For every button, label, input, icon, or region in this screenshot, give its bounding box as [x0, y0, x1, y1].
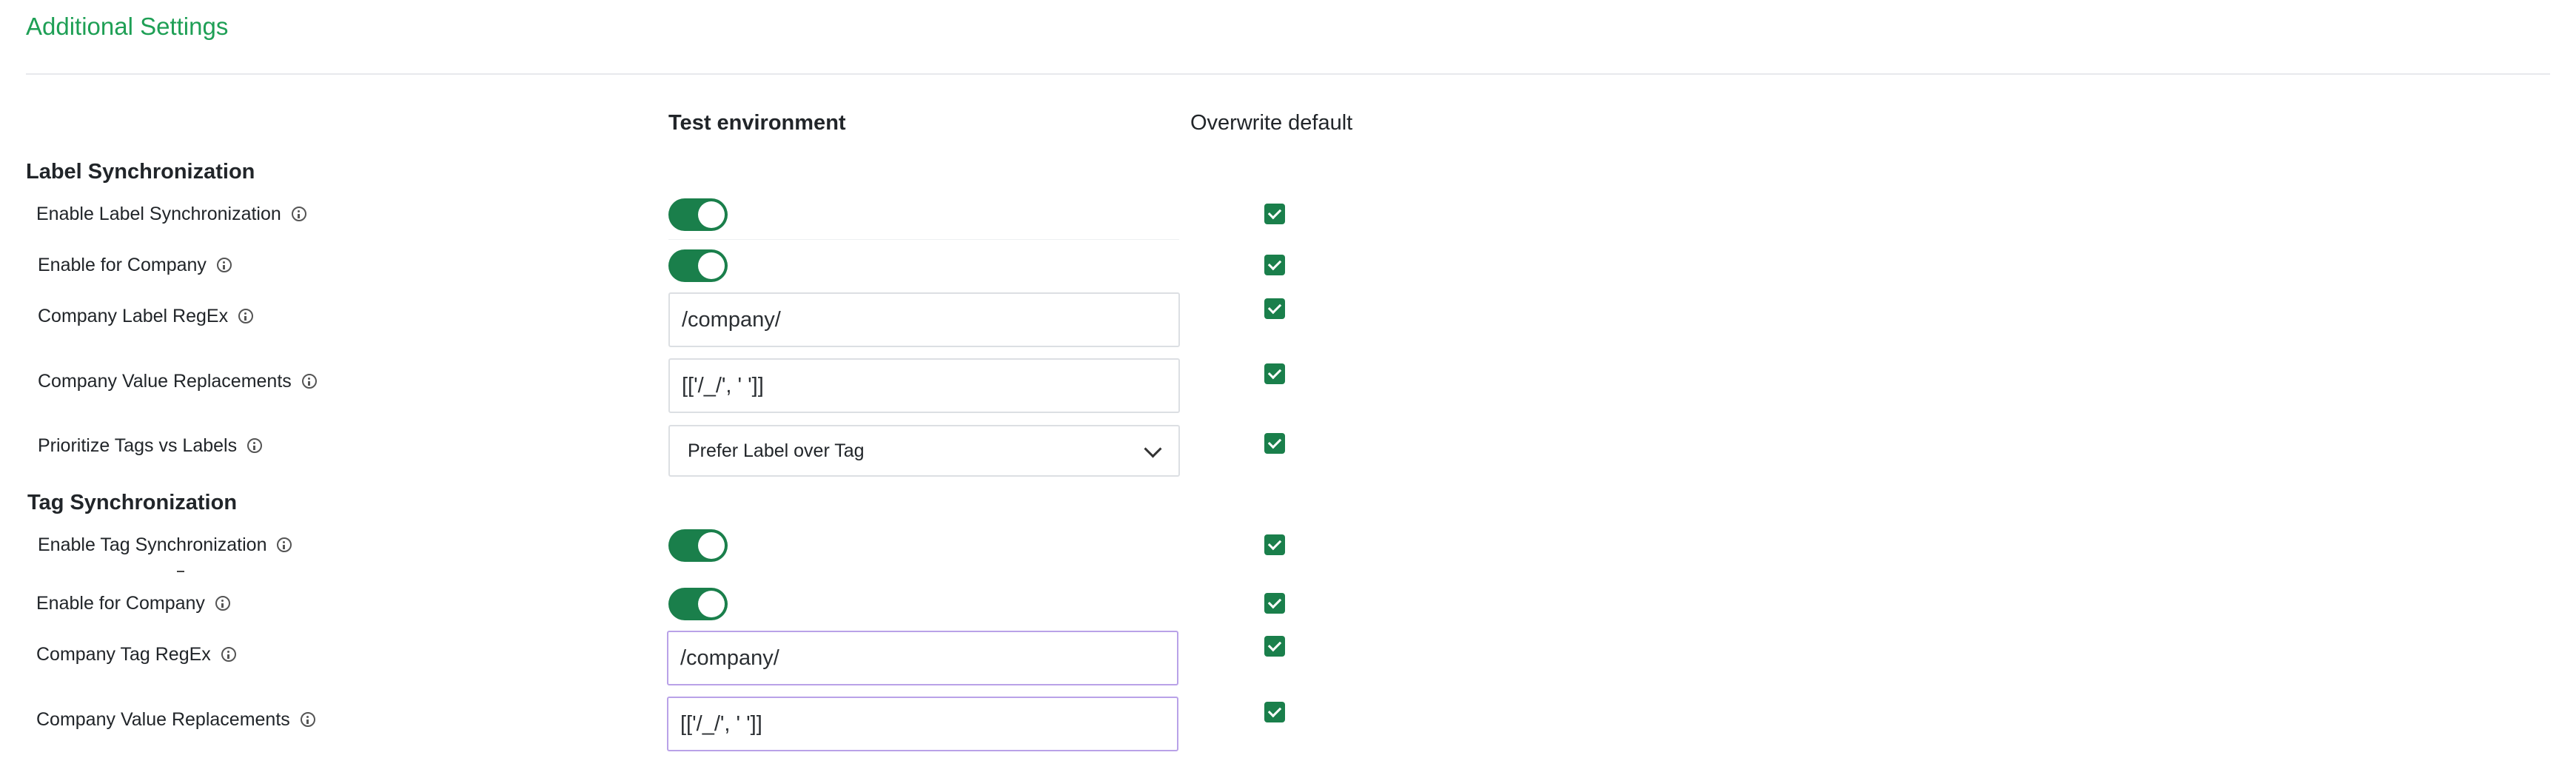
company-label-regex-input[interactable]: /company/: [668, 292, 1180, 347]
select-value: Prefer Label over Tag: [688, 440, 865, 461]
overwrite-checkbox-company-value-replacements[interactable]: [1264, 363, 1285, 384]
overwrite-checkbox-tag-company-value-replacements[interactable]: [1264, 702, 1285, 722]
overwrite-checkbox-tag-enable-for-company[interactable]: [1264, 593, 1285, 614]
company-value-replacements-input[interactable]: [['/_/', ' ']]: [668, 358, 1180, 413]
section-heading-label-sync: Label Synchronization: [26, 160, 255, 184]
chevron-down-icon: [1144, 440, 1162, 458]
additional-settings-panel: Additional Settings Test environment Ove…: [0, 0, 2576, 758]
toggle-enable-label-sync[interactable]: [668, 198, 728, 231]
info-icon[interactable]: [300, 712, 315, 727]
setting-label-tag-company-value-replacements: Company Value Replacements: [36, 708, 315, 731]
overwrite-checkbox-company-label-regex[interactable]: [1264, 298, 1285, 319]
overwrite-checkbox-enable-tag-sync[interactable]: [1264, 534, 1285, 555]
toggle-tag-enable-for-company[interactable]: [668, 588, 728, 620]
row-separator: [668, 239, 1179, 240]
stray-mark: [177, 571, 184, 572]
setting-label-company-label-regex: Company Label RegEx: [38, 304, 254, 328]
setting-label-prioritize-tags-vs-labels: Prioritize Tags vs Labels: [38, 434, 263, 457]
column-header-overwrite-default: Overwrite default: [1190, 111, 1353, 135]
setting-label-text: Company Value Replacements: [36, 709, 290, 730]
info-icon[interactable]: [221, 647, 236, 662]
setting-label-enable-tag-sync: Enable Tag Synchronization: [38, 533, 292, 557]
overwrite-checkbox-enable-label-sync[interactable]: [1264, 204, 1285, 224]
setting-label-company-value-replacements: Company Value Replacements: [38, 369, 317, 393]
toggle-enable-for-company[interactable]: [668, 249, 728, 282]
setting-label-text: Company Tag RegEx: [36, 644, 211, 665]
setting-label-text: Prioritize Tags vs Labels: [38, 435, 238, 456]
overwrite-checkbox-company-tag-regex[interactable]: [1264, 636, 1285, 657]
info-icon[interactable]: [277, 537, 292, 552]
setting-label-text: Enable for Company: [36, 593, 205, 614]
setting-label-text: Enable Label Synchronization: [36, 204, 281, 224]
column-header-test-environment: Test environment: [668, 111, 846, 135]
page-title: Additional Settings: [26, 13, 229, 40]
setting-label-tag-enable-for-company: Enable for Company: [36, 591, 230, 615]
company-tag-regex-input[interactable]: /company/: [667, 631, 1178, 685]
setting-label-text: Company Label RegEx: [38, 306, 229, 326]
info-icon[interactable]: [291, 207, 306, 221]
overwrite-checkbox-prioritize-tags-vs-labels[interactable]: [1264, 433, 1285, 454]
setting-label-text: Company Value Replacements: [38, 371, 292, 392]
setting-label-text: Enable Tag Synchronization: [38, 534, 267, 555]
title-divider: [26, 73, 2550, 75]
info-icon[interactable]: [301, 374, 317, 389]
section-heading-tag-sync: Tag Synchronization: [27, 491, 238, 514]
setting-label-enable-for-company: Enable for Company: [38, 253, 232, 277]
tag-company-value-replacements-input[interactable]: [['/_/', ' ']]: [667, 697, 1178, 751]
info-icon[interactable]: [247, 438, 263, 453]
toggle-enable-tag-sync[interactable]: [668, 529, 728, 562]
info-icon[interactable]: [215, 596, 230, 611]
setting-label-company-tag-regex: Company Tag RegEx: [36, 643, 236, 666]
prioritize-tags-vs-labels-select[interactable]: Prefer Label over Tag: [668, 425, 1180, 477]
setting-label-enable-label-sync: Enable Label Synchronization: [36, 202, 306, 226]
info-icon[interactable]: [238, 309, 254, 323]
info-icon[interactable]: [216, 258, 232, 272]
overwrite-checkbox-enable-for-company[interactable]: [1264, 255, 1285, 275]
setting-label-text: Enable for Company: [38, 255, 207, 275]
